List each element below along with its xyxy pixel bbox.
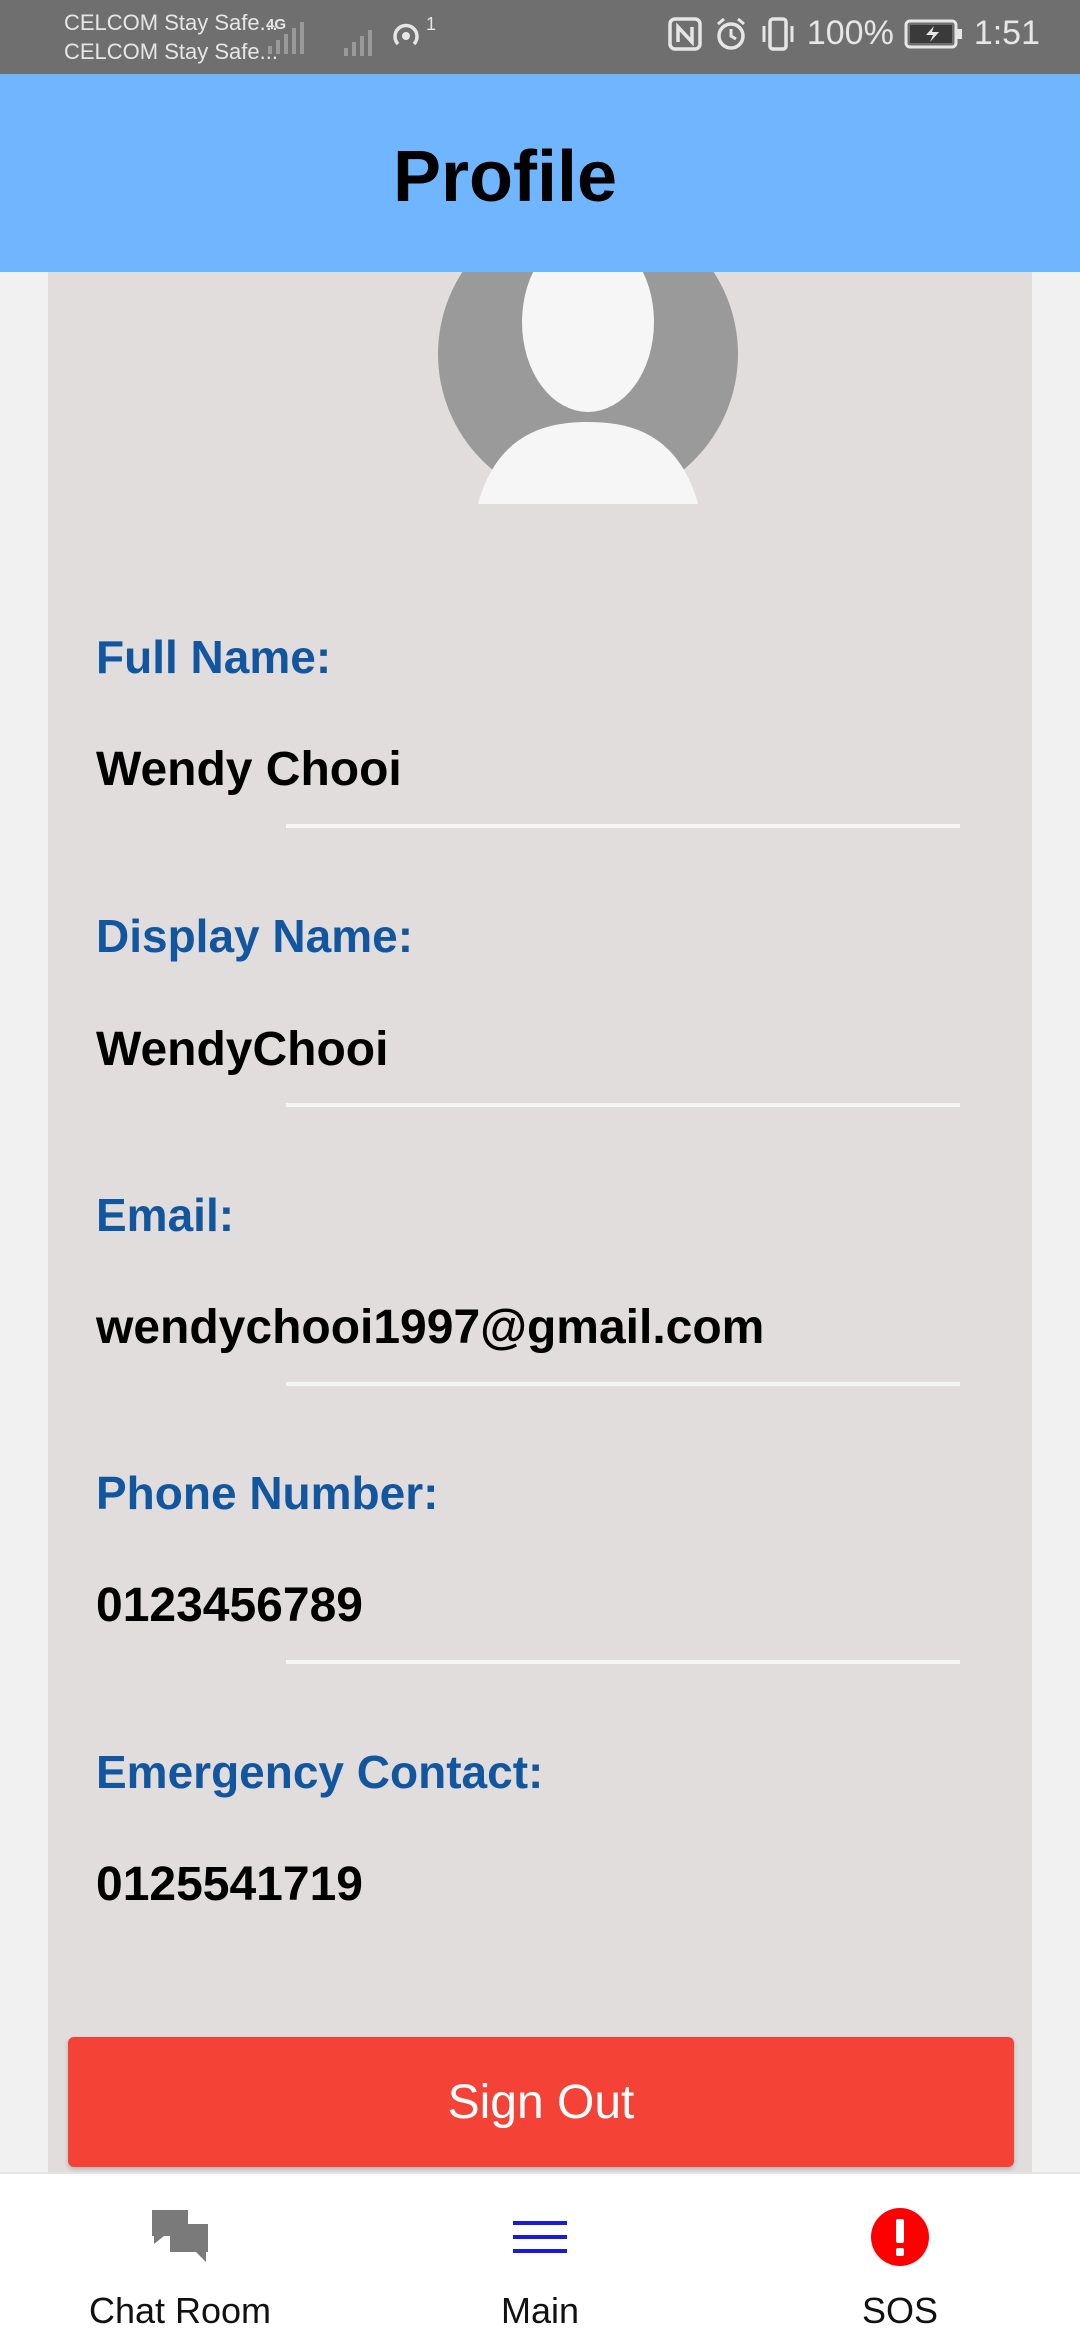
carrier-2: CELCOM Stay Safe... <box>64 39 278 64</box>
nav-main-label: Main <box>500 2290 580 2331</box>
clock-time: 1:51 <box>973 14 1040 52</box>
divider <box>286 1382 960 1386</box>
divider <box>286 1103 960 1107</box>
carrier-1: CELCOM Stay Safe... <box>64 10 278 35</box>
profile-card: Full Name: Wendy Chooi Display Name: Wen… <box>48 272 1032 2172</box>
menu-icon <box>511 2202 569 2272</box>
display-name-label: Display Name: <box>96 910 414 962</box>
vibrate-icon <box>762 16 794 51</box>
status-right: 100% 1:51 <box>667 14 1040 53</box>
hotspot-count: 1 <box>426 14 437 34</box>
nav-main[interactable]: Main <box>400 2174 680 2340</box>
chat-icon <box>148 2202 212 2272</box>
divider <box>286 1660 960 1664</box>
email-value: wendychooi1997@gmail.com <box>96 1301 765 1354</box>
full-name-label: Full Name: <box>96 631 332 683</box>
sign-out-button[interactable]: Sign Out <box>68 2037 1014 2167</box>
carrier-info: CELCOM Stay Safe... CELCOM Stay Safe... <box>64 8 278 66</box>
phone-number-label: Phone Number: <box>96 1467 439 1519</box>
nav-sos-label: SOS <box>861 2290 939 2331</box>
status-bar: CELCOM Stay Safe... CELCOM Stay Safe... … <box>0 0 1080 74</box>
battery-percent: 100% <box>806 14 894 52</box>
emergency-contact-label: Emergency Contact: <box>96 1746 544 1798</box>
alert-icon <box>870 2202 930 2272</box>
network-type: 4G <box>266 16 287 33</box>
phone-number-value: 0123456789 <box>96 1579 363 1632</box>
nfc-icon <box>668 16 702 51</box>
battery-icon <box>904 19 962 48</box>
hotspot-icon: 1 <box>388 14 436 59</box>
bottom-nav: Chat Room Main SOS <box>0 2172 1080 2340</box>
divider <box>286 824 960 828</box>
alarm-icon <box>716 17 745 50</box>
nav-chat-room[interactable]: Chat Room <box>40 2174 320 2340</box>
signal-2-icon <box>342 18 382 63</box>
nav-sos[interactable]: SOS <box>760 2174 1040 2340</box>
full-name-value: Wendy Chooi <box>96 743 402 796</box>
email-label: Email: <box>96 1189 235 1241</box>
app-bar: Profile <box>0 74 1080 272</box>
emergency-contact-value: 0125541719 <box>96 1858 363 1911</box>
nav-chat-room-label: Chat Room <box>88 2290 272 2331</box>
avatar <box>438 272 738 504</box>
signal-icon: 4G <box>266 16 316 61</box>
page-title: Profile <box>392 137 618 217</box>
display-name-value: WendyChooi <box>96 1023 389 1076</box>
